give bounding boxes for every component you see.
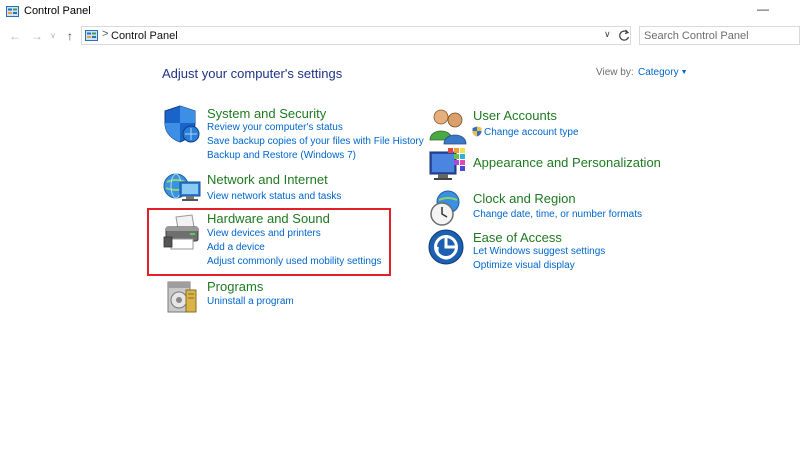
uac-shield-icon — [472, 126, 482, 137]
view-by-value: Category — [638, 67, 679, 78]
window-title: Control Panel — [24, 5, 91, 17]
view-by-dropdown[interactable]: Category ▼ — [638, 67, 688, 78]
page-title: Adjust your computer's settings — [162, 66, 343, 81]
clock-icon — [430, 190, 460, 226]
link-optimize-visual-display[interactable]: Optimize visual display — [473, 260, 575, 271]
search-input[interactable] — [644, 28, 794, 43]
link-date-time-formats[interactable]: Change date, time, or number formats — [473, 209, 642, 220]
recent-locations-chevron-icon[interactable]: ∨ — [46, 28, 60, 44]
shield-icon — [164, 105, 200, 143]
view-by-label: View by: — [596, 67, 634, 78]
category-ease-of-access[interactable]: Ease of Access — [473, 230, 562, 245]
appearance-icon — [429, 148, 465, 180]
address-dropdown-chevron-icon[interactable]: ∨ — [604, 29, 611, 40]
control-panel-icon — [6, 6, 19, 17]
breadcrumb[interactable]: Control Panel — [111, 30, 178, 42]
link-network-status[interactable]: View network status and tasks — [207, 191, 341, 202]
navigation-bar: ← → ∨ ↑ > Control Panel ∨ — [0, 25, 800, 47]
network-globe-icon — [163, 173, 201, 201]
refresh-icon[interactable] — [617, 28, 631, 43]
breadcrumb-separator: > — [102, 28, 109, 40]
category-network-and-internet[interactable]: Network and Internet — [207, 172, 328, 187]
forward-button[interactable]: → — [30, 28, 44, 44]
link-review-computer-status[interactable]: Review your computer's status — [207, 122, 343, 133]
search-box — [639, 26, 800, 45]
ease-of-access-icon — [428, 229, 464, 265]
highlight-box — [147, 208, 391, 276]
up-button[interactable]: ↑ — [63, 28, 77, 44]
back-button[interactable]: ← — [8, 28, 22, 44]
category-user-accounts[interactable]: User Accounts — [473, 108, 557, 123]
address-bar[interactable]: > Control Panel ∨ — [81, 26, 631, 45]
programs-disk-icon — [167, 281, 197, 313]
link-uninstall-program[interactable]: Uninstall a program — [207, 296, 294, 307]
control-panel-icon — [85, 30, 98, 41]
minimize-button[interactable]: — — [756, 2, 770, 18]
users-icon — [429, 109, 467, 145]
link-file-history[interactable]: Save backup copies of your files with Fi… — [207, 136, 424, 147]
title-bar: Control Panel — — [0, 0, 800, 24]
category-appearance-and-personalization[interactable]: Appearance and Personalization — [473, 155, 661, 170]
category-programs[interactable]: Programs — [207, 279, 263, 294]
category-system-and-security[interactable]: System and Security — [207, 106, 326, 121]
link-change-account-type[interactable]: Change account type — [484, 127, 579, 138]
dropdown-caret-icon: ▼ — [680, 69, 688, 76]
link-windows-suggest-settings[interactable]: Let Windows suggest settings — [473, 246, 605, 257]
category-clock-and-region[interactable]: Clock and Region — [473, 191, 576, 206]
link-backup-restore[interactable]: Backup and Restore (Windows 7) — [207, 150, 356, 161]
